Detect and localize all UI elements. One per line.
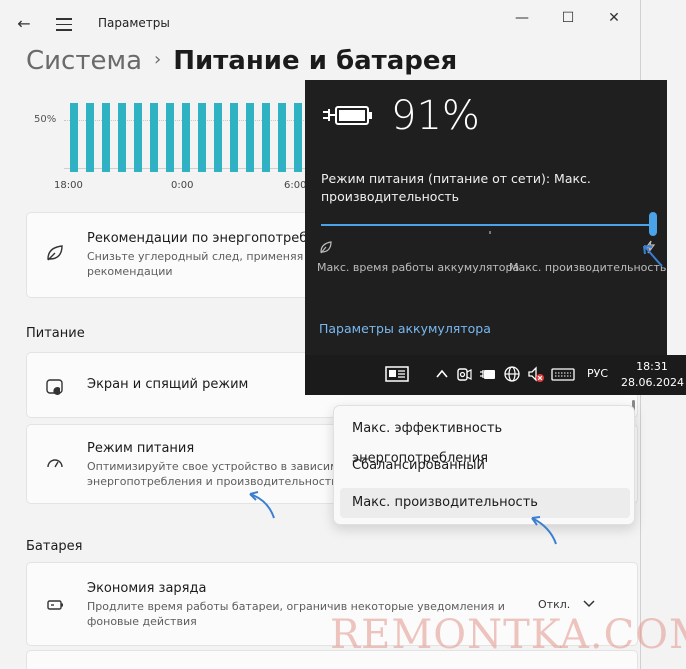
- y-tick-label: 50%: [34, 114, 57, 125]
- page-title: Питание и батарея: [173, 46, 458, 76]
- chart-bar: [70, 102, 78, 172]
- camera-icon[interactable]: [455, 365, 473, 383]
- chevron-down-icon[interactable]: [582, 596, 596, 610]
- battery-usage-chart: 50% 18:00 0:00 6:00: [26, 92, 334, 202]
- x-tick-label: 0:00: [171, 180, 194, 191]
- chart-bar: [278, 102, 286, 172]
- card-title: Режим питания: [87, 441, 195, 456]
- annotation-arrow: [643, 245, 663, 267]
- power-mode-label: Режим питания (питание от сети): Макс. п…: [321, 171, 591, 204]
- minimize-button[interactable]: —: [508, 8, 536, 28]
- card-description: Снизьте углеродный след, применяя эт рек…: [87, 250, 320, 278]
- chart-bar: [182, 102, 190, 172]
- chart-bar: [166, 102, 174, 172]
- title-bar: ← Параметры — ☐ ✕: [0, 0, 640, 48]
- slider-tick: [489, 231, 491, 234]
- battery-flyout: 91% Режим питания (питание от сети): Мак…: [305, 80, 667, 355]
- clock-date: 28.06.2024: [621, 376, 684, 389]
- battery-saver-state: Откл.: [538, 598, 571, 611]
- watermark-text: REMONTKA.COM: [330, 612, 686, 658]
- globe-icon[interactable]: [503, 365, 521, 383]
- dropdown-option[interactable]: Макс. эффективность энергопотребления: [340, 414, 630, 466]
- battery-plug-icon[interactable]: [479, 365, 497, 383]
- chart-bar: [134, 102, 142, 172]
- screen-sleep-icon: [46, 379, 63, 395]
- slider-min-label: Макс. время работы аккумулятора: [317, 261, 520, 274]
- gauge-icon: [47, 459, 63, 468]
- battery-plug-icon: [323, 106, 372, 125]
- chart-bar: [86, 102, 94, 172]
- chart-bar: [150, 102, 158, 172]
- battery-settings-link[interactable]: Параметры аккумулятора: [319, 321, 491, 336]
- clock[interactable]: 18:31 28.06.2024: [621, 359, 684, 391]
- section-heading-battery: Батарея: [26, 539, 83, 554]
- maximize-button[interactable]: ☐: [554, 8, 582, 28]
- annotation-arrow: [531, 516, 557, 545]
- back-arrow-icon[interactable]: ←: [14, 14, 34, 34]
- chart-bar: [246, 102, 254, 172]
- leaf-icon: [47, 245, 63, 261]
- annotation-arrow: [249, 491, 275, 519]
- x-tick-label: 18:00: [54, 180, 83, 191]
- breadcrumb-parent[interactable]: Система: [26, 46, 142, 76]
- chart-bar: [294, 102, 302, 172]
- breadcrumb-separator: ›: [154, 49, 162, 70]
- card-title: Рекомендации по энергопотребле: [87, 231, 324, 246]
- power-mode-slider-thumb[interactable]: [649, 212, 657, 236]
- leaf-icon: [320, 241, 332, 254]
- dropdown-option[interactable]: Сбалансированный: [340, 451, 630, 481]
- power-mode-dropdown: Макс. эффективность энергопотребления Сб…: [333, 405, 635, 525]
- battery-saver-icon: [47, 600, 63, 610]
- x-tick-label: 6:00: [284, 180, 307, 191]
- chart-bar: [118, 102, 126, 172]
- close-button[interactable]: ✕: [600, 8, 628, 28]
- section-heading-power: Питание: [26, 326, 85, 341]
- battery-percent: 91%: [391, 93, 480, 139]
- clock-time: 18:31: [636, 360, 668, 373]
- chart-bar: [214, 102, 222, 172]
- window-title: Параметры: [98, 16, 170, 30]
- volume-muted-icon[interactable]: [527, 365, 545, 383]
- power-mode-slider-track[interactable]: [321, 224, 653, 226]
- dropdown-option-selected[interactable]: Макс. производительность: [340, 488, 630, 518]
- card-title: Экономия заряда: [87, 581, 207, 596]
- chevron-up-icon[interactable]: [433, 365, 451, 383]
- chart-bar: [198, 102, 206, 172]
- taskbar: РУС 18:31 28.06.2024: [305, 355, 686, 395]
- chart-bar: [230, 102, 238, 172]
- news-icon[interactable]: [385, 365, 409, 383]
- card-title: Экран и спящий режим: [87, 377, 249, 392]
- breadcrumb: Система › Питание и батарея: [26, 46, 457, 76]
- input-language[interactable]: РУС: [587, 367, 608, 380]
- chart-bar: [262, 102, 270, 172]
- chart-bar: [102, 102, 110, 172]
- keyboard-icon[interactable]: [551, 365, 575, 383]
- card-description: Оптимизируйте свое устройство в зависимо…: [87, 460, 346, 488]
- hamburger-menu-icon[interactable]: [54, 14, 74, 34]
